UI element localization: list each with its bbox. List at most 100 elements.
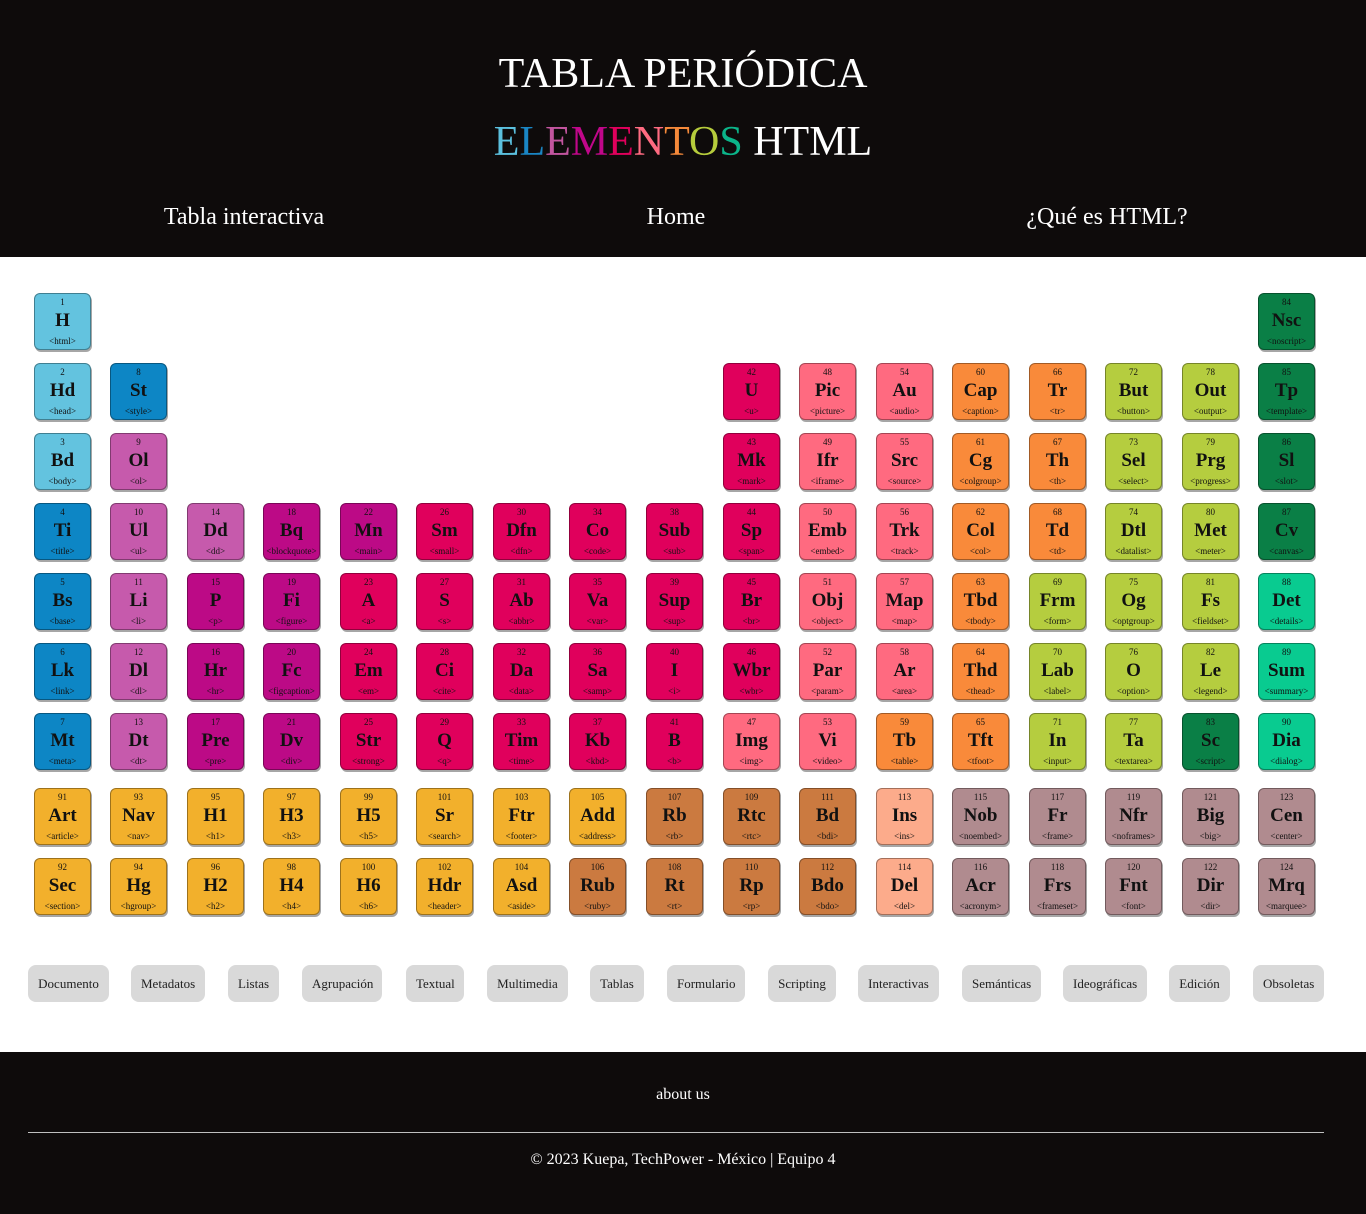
element-tile[interactable]: 72 But <button> [1105,363,1162,420]
element-tile[interactable]: 24 Em <em> [340,643,397,700]
element-tile[interactable]: 15 P <p> [187,573,244,630]
element-tile[interactable]: 16 Hr <hr> [187,643,244,700]
element-tile[interactable]: 19 Fi <figure> [263,573,320,630]
element-tile[interactable]: 23 A <a> [340,573,397,630]
element-tile[interactable]: 49 Ifr <iframe> [799,433,856,490]
element-tile[interactable]: 27 S <s> [416,573,473,630]
element-tile[interactable]: 100 H6 <h6> [340,858,397,915]
element-tile[interactable]: 51 Obj <object> [799,573,856,630]
element-tile[interactable]: 61 Cg <colgroup> [952,433,1009,490]
element-tile[interactable]: 28 Ci <cite> [416,643,473,700]
element-tile[interactable]: 5 Bs <base> [34,573,91,630]
element-tile[interactable]: 65 Tft <tfoot> [952,713,1009,770]
nav-tabla-interactiva[interactable]: Tabla interactiva [164,202,324,232]
element-tile[interactable]: 78 Out <output> [1182,363,1239,420]
element-tile[interactable]: 120 Fnt <font> [1105,858,1162,915]
element-tile[interactable]: 34 Co <code> [569,503,626,560]
category-filter-button[interactable]: Formulario [667,965,745,1002]
element-tile[interactable]: 53 Vi <video> [799,713,856,770]
element-tile[interactable]: 20 Fc <figcaption> [263,643,320,700]
element-tile[interactable]: 114 Del <del> [876,858,933,915]
element-tile[interactable]: 96 H2 <h2> [187,858,244,915]
element-tile[interactable]: 10 Ul <ul> [110,503,167,560]
element-tile[interactable]: 102 Hdr <header> [416,858,473,915]
element-tile[interactable]: 70 Lab <label> [1029,643,1086,700]
element-tile[interactable]: 21 Dv <div> [263,713,320,770]
element-tile[interactable]: 77 Ta <textarea> [1105,713,1162,770]
element-tile[interactable]: 116 Acr <acronym> [952,858,1009,915]
element-tile[interactable]: 110 Rp <rp> [723,858,780,915]
category-filter-button[interactable]: Agrupación [302,965,382,1002]
nav-home[interactable]: Home [647,202,706,232]
element-tile[interactable]: 88 Det <details> [1258,573,1315,630]
element-tile[interactable]: 43 Mk <mark> [723,433,780,490]
element-tile[interactable]: 83 Sc <script> [1182,713,1239,770]
element-tile[interactable]: 101 Sr <search> [416,788,473,845]
element-tile[interactable]: 18 Bq <blockquote> [263,503,320,560]
element-tile[interactable]: 35 Va <var> [569,573,626,630]
element-tile[interactable]: 12 Dl <dl> [110,643,167,700]
element-tile[interactable]: 108 Rt <rt> [646,858,703,915]
element-tile[interactable]: 91 Art <article> [34,788,91,845]
element-tile[interactable]: 95 H1 <h1> [187,788,244,845]
nav-que-es-html[interactable]: ¿Qué es HTML? [1026,202,1187,232]
category-filter-button[interactable]: Multimedia [487,965,568,1002]
element-tile[interactable]: 56 Trk <track> [876,503,933,560]
element-tile[interactable]: 123 Cen <center> [1258,788,1315,845]
category-filter-button[interactable]: Interactivas [858,965,939,1002]
element-tile[interactable]: 103 Ftr <footer> [493,788,550,845]
element-tile[interactable]: 22 Mn <main> [340,503,397,560]
element-tile[interactable]: 111 Bd <bdi> [799,788,856,845]
element-tile[interactable]: 66 Tr <tr> [1029,363,1086,420]
element-tile[interactable]: 48 Pic <picture> [799,363,856,420]
element-tile[interactable]: 105 Add <address> [569,788,626,845]
about-us-link[interactable]: about us [0,1085,1366,1105]
category-filter-button[interactable]: Semánticas [962,965,1041,1002]
element-tile[interactable]: 89 Sum <summary> [1258,643,1315,700]
element-tile[interactable]: 113 Ins <ins> [876,788,933,845]
element-tile[interactable]: 90 Dia <dialog> [1258,713,1315,770]
element-tile[interactable]: 122 Dir <dir> [1182,858,1239,915]
element-tile[interactable]: 4 Ti <title> [34,503,91,560]
element-tile[interactable]: 9 Ol <ol> [110,433,167,490]
element-tile[interactable]: 99 H5 <h5> [340,788,397,845]
element-tile[interactable]: 13 Dt <dt> [110,713,167,770]
element-tile[interactable]: 85 Tp <template> [1258,363,1315,420]
element-tile[interactable]: 79 Prg <progress> [1182,433,1239,490]
element-tile[interactable]: 29 Q <q> [416,713,473,770]
element-tile[interactable]: 36 Sa <samp> [569,643,626,700]
element-tile[interactable]: 115 Nob <noembed> [952,788,1009,845]
element-tile[interactable]: 42 U <u> [723,363,780,420]
element-tile[interactable]: 121 Big <big> [1182,788,1239,845]
element-tile[interactable]: 106 Rub <ruby> [569,858,626,915]
element-tile[interactable]: 94 Hg <hgroup> [110,858,167,915]
element-tile[interactable]: 82 Le <legend> [1182,643,1239,700]
element-tile[interactable]: 25 Str <strong> [340,713,397,770]
element-tile[interactable]: 6 Lk <link> [34,643,91,700]
element-tile[interactable]: 17 Pre <pre> [187,713,244,770]
element-tile[interactable]: 64 Thd <thead> [952,643,1009,700]
element-tile[interactable]: 97 H3 <h3> [263,788,320,845]
element-tile[interactable]: 11 Li <li> [110,573,167,630]
category-filter-button[interactable]: Edición [1169,965,1230,1002]
element-tile[interactable]: 3 Bd <body> [34,433,91,490]
element-tile[interactable]: 50 Emb <embed> [799,503,856,560]
element-tile[interactable]: 7 Mt <meta> [34,713,91,770]
element-tile[interactable]: 40 I <i> [646,643,703,700]
element-tile[interactable]: 81 Fs <fieldset> [1182,573,1239,630]
element-tile[interactable]: 74 Dtl <datalist> [1105,503,1162,560]
element-tile[interactable]: 54 Au <audio> [876,363,933,420]
element-tile[interactable]: 80 Met <meter> [1182,503,1239,560]
element-tile[interactable]: 67 Th <th> [1029,433,1086,490]
element-tile[interactable]: 117 Fr <frame> [1029,788,1086,845]
element-tile[interactable]: 118 Frs <frameset> [1029,858,1086,915]
element-tile[interactable]: 14 Dd <dd> [187,503,244,560]
element-tile[interactable]: 69 Frm <form> [1029,573,1086,630]
element-tile[interactable]: 45 Br <br> [723,573,780,630]
element-tile[interactable]: 98 H4 <h4> [263,858,320,915]
element-tile[interactable]: 124 Mrq <marquee> [1258,858,1315,915]
element-tile[interactable]: 37 Kb <kbd> [569,713,626,770]
category-filter-button[interactable]: Ideográficas [1063,965,1147,1002]
element-tile[interactable]: 47 Img <img> [723,713,780,770]
element-tile[interactable]: 8 St <style> [110,363,167,420]
